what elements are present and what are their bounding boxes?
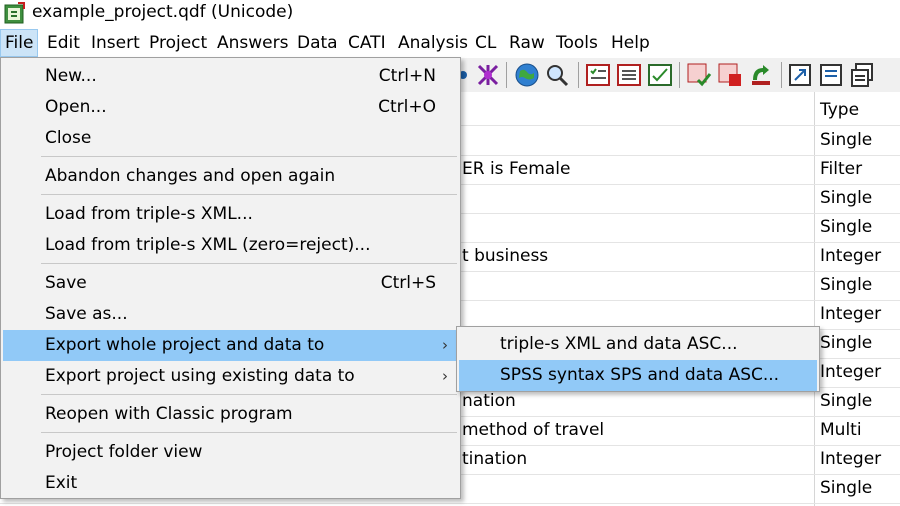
menu-item-save[interactable]: Save Ctrl+S — [3, 268, 458, 299]
menu-cl[interactable]: CL — [471, 29, 500, 57]
globe-icon[interactable] — [514, 62, 540, 88]
menu-item-shortcut: Ctrl+N — [378, 66, 436, 86]
menu-file[interactable]: File — [0, 29, 39, 57]
question-type-cell: Single — [820, 188, 873, 208]
edit-list-icon[interactable] — [647, 62, 673, 88]
app-icon — [4, 2, 26, 24]
menu-analysis[interactable]: Analysis — [394, 29, 472, 57]
menu-item-label: Save as... — [45, 304, 128, 324]
question-type-cell: Integer — [820, 304, 882, 324]
question-type-cell: Integer — [820, 246, 882, 266]
question-text-cell: ER is Female — [462, 159, 571, 179]
menu-item-label: New... — [45, 66, 97, 86]
menu-item-label: Export whole project and data to — [45, 335, 325, 355]
menu-item-open[interactable]: Open... Ctrl+O — [3, 92, 458, 123]
submenu-arrow-icon: › — [442, 336, 448, 354]
document-icon[interactable] — [818, 62, 844, 88]
submenu-item-triple-s-xml[interactable]: triple-s XML and data ASC... — [459, 329, 817, 360]
menu-project[interactable]: Project — [145, 29, 211, 57]
check-grid-icon[interactable] — [686, 62, 712, 88]
file-menu: New... Ctrl+N Open... Ctrl+O Close Aband… — [0, 57, 461, 499]
menu-item-close[interactable]: Close — [3, 123, 458, 154]
toolbar-separator — [679, 62, 680, 88]
menu-item-reopen-classic[interactable]: Reopen with Classic program — [3, 399, 458, 430]
question-type-cell: Single — [820, 275, 873, 295]
title-bar: example_project.qdf (Unicode) — [0, 0, 900, 28]
menu-separator — [41, 156, 457, 157]
list-icon[interactable] — [616, 62, 642, 88]
checklist-icon[interactable] — [585, 62, 611, 88]
menu-separator — [41, 194, 457, 195]
menu-item-export-whole-project[interactable]: Export whole project and data to › — [3, 330, 458, 361]
menu-answers[interactable]: Answers — [213, 29, 292, 57]
menu-item-label: Load from triple-s XML (zero=reject)... — [45, 235, 371, 255]
menu-item-load-triple-s-zero-reject[interactable]: Load from triple-s XML (zero=reject)... — [3, 230, 458, 261]
menu-raw[interactable]: Raw — [505, 29, 549, 57]
menu-item-label: Exit — [45, 473, 78, 493]
question-type-cell: Single — [820, 391, 873, 411]
menu-separator — [41, 394, 457, 395]
menu-insert[interactable]: Insert — [87, 29, 144, 57]
menu-item-save-as[interactable]: Save as... — [3, 299, 458, 330]
menu-bar: File Edit Insert Project Answers Data CA… — [0, 29, 900, 57]
menu-separator — [41, 263, 457, 264]
question-type-cell: Single — [820, 217, 873, 237]
menu-item-label: SPSS syntax SPS and data ASC... — [500, 365, 780, 385]
menu-item-new[interactable]: New... Ctrl+N — [3, 61, 458, 92]
menu-item-label: Abandon changes and open again — [45, 166, 336, 186]
menu-item-label: triple-s XML and data ASC... — [500, 334, 738, 354]
menu-item-label: Reopen with Classic program — [45, 404, 293, 424]
type-column-header[interactable]: Type — [820, 96, 859, 125]
submenu-arrow-icon: › — [442, 367, 448, 385]
menu-item-shortcut: Ctrl+S — [380, 273, 436, 293]
window-title: example_project.qdf (Unicode) — [32, 2, 294, 22]
question-type-cell: Multi — [820, 420, 862, 440]
question-text-cell: method of travel — [462, 420, 605, 440]
toolbar-separator — [781, 62, 782, 88]
question-text-cell: tination — [462, 449, 528, 469]
menu-tools[interactable]: Tools — [552, 29, 602, 57]
copy-stack-icon[interactable] — [849, 62, 875, 88]
menu-item-abandon-changes[interactable]: Abandon changes and open again — [3, 161, 458, 192]
menu-item-label: Open... — [45, 97, 107, 117]
menu-cati[interactable]: CATI — [344, 29, 390, 57]
toolbar-separator — [506, 62, 507, 88]
question-type-cell: Single — [820, 130, 873, 150]
export-icon[interactable] — [787, 62, 813, 88]
recycle-icon[interactable] — [748, 62, 774, 88]
menu-item-label: Close — [45, 128, 92, 148]
menu-separator — [41, 432, 457, 433]
export-submenu: triple-s XML and data ASC... SPSS syntax… — [456, 326, 820, 392]
menu-item-project-folder-view[interactable]: Project folder view — [3, 437, 458, 468]
magnifier-icon[interactable] — [544, 62, 570, 88]
toolbar-separator — [578, 62, 579, 88]
menu-item-label: Save — [45, 273, 87, 293]
menu-item-shortcut: Ctrl+O — [378, 97, 436, 117]
menu-item-label: Export project using existing data to — [45, 366, 355, 386]
red-grid-icon[interactable] — [717, 62, 743, 88]
question-type-cell: Single — [820, 478, 873, 498]
menu-data[interactable]: Data — [293, 29, 342, 57]
menu-help[interactable]: Help — [607, 29, 654, 57]
question-type-cell: Integer — [820, 449, 882, 469]
menu-item-export-existing-data[interactable]: Export project using existing data to › — [3, 361, 458, 392]
menu-item-label: Project folder view — [45, 442, 203, 462]
submenu-item-spss-syntax[interactable]: SPSS syntax SPS and data ASC... — [459, 360, 817, 391]
menu-edit[interactable]: Edit — [43, 29, 84, 57]
toolbar — [459, 58, 900, 92]
flower-icon[interactable] — [475, 62, 501, 88]
menu-item-load-triple-s[interactable]: Load from triple-s XML... — [3, 199, 458, 230]
menu-item-exit[interactable]: Exit — [3, 468, 458, 499]
question-text-cell: t business — [462, 246, 549, 266]
question-type-cell: Single — [820, 333, 873, 353]
question-type-cell: Filter — [820, 159, 863, 179]
question-type-cell: Integer — [820, 362, 882, 382]
menu-item-label: Load from triple-s XML... — [45, 204, 253, 224]
